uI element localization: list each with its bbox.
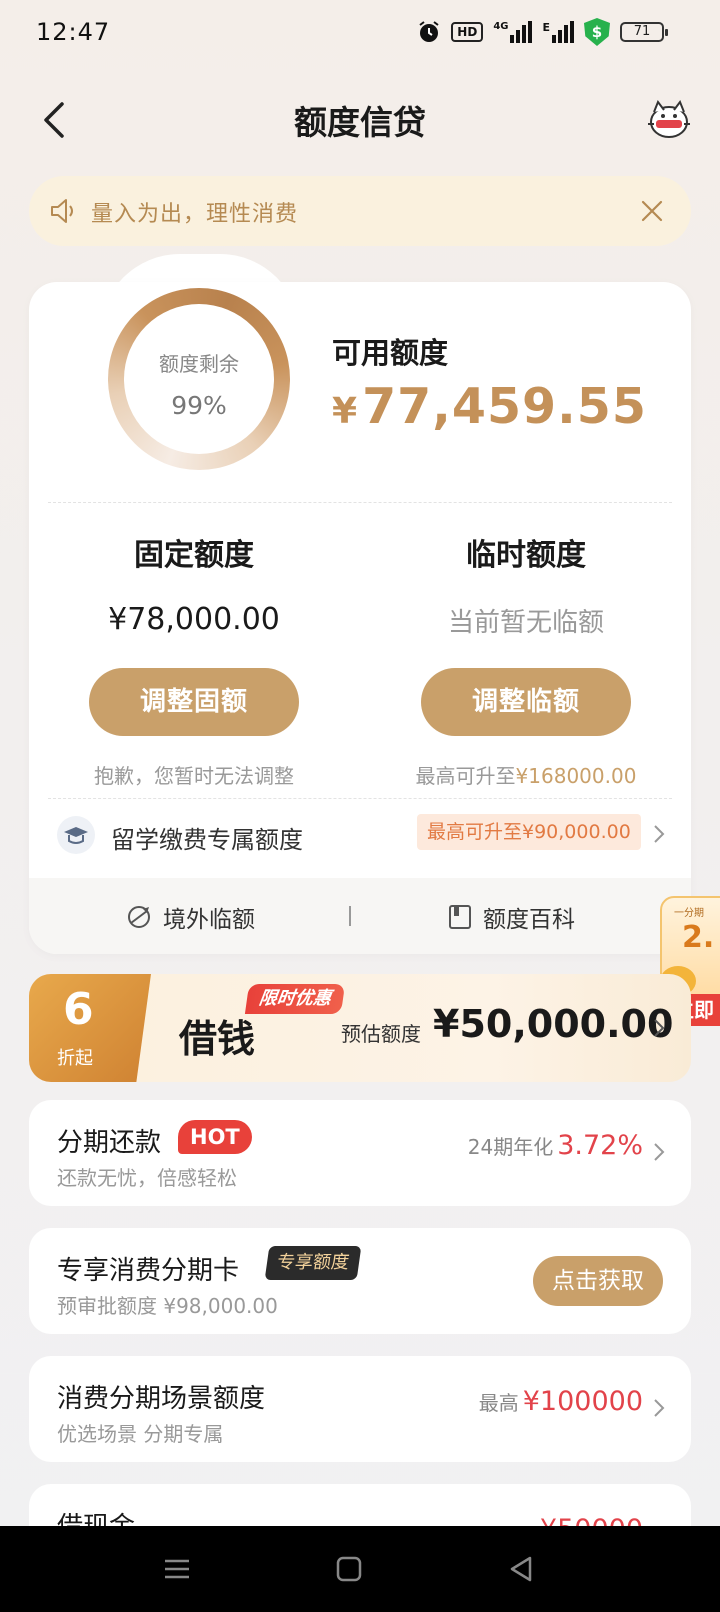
rate-label: 24期年化 [467, 1135, 554, 1159]
system-nav-bar [0, 1526, 720, 1612]
estimated-label: 预估额度 [341, 1022, 421, 1046]
rate-value: 3.72% [557, 1130, 643, 1161]
notice-text: 量入为出，理性消费 [91, 202, 299, 227]
available-amount: ¥77,459.55 [332, 378, 647, 435]
hd-icon: HD [451, 22, 484, 42]
credit-wiki-label: 额度百科 [483, 907, 575, 933]
exclusive-installment-card[interactable]: 专享消费分期卡 专享额度 预审批额度 ¥98,000.00 点击获取 [29, 1228, 691, 1334]
divider [48, 502, 672, 503]
security-shield-icon: $ [584, 18, 610, 46]
row-title: 专享消费分期卡 [57, 1256, 240, 1286]
promo-text-1: 一分期 [674, 908, 704, 919]
fixed-credit-value: ¥78,000.00 [108, 602, 280, 637]
temp-note-prefix: 最高可升至 [415, 764, 516, 788]
battery-icon: 71 [620, 22, 668, 42]
airplane-globe-icon [128, 906, 150, 928]
row-subtitle: 还款无忧，倍感轻松 [57, 1166, 237, 1190]
notice-banner: 量入为出，理性消费 [29, 176, 691, 246]
temp-credit-title: 临时额度 [466, 538, 586, 573]
promo-text-2: 2. [682, 920, 715, 955]
temp-credit-column: 临时额度 当前暂无临额 调整临额 最高可升至¥168000.00 [376, 530, 676, 789]
row-title: 分期还款 [57, 1128, 162, 1158]
chevron-right-icon [654, 1143, 665, 1161]
overseas-temp-link[interactable]: 境外临额 [125, 900, 255, 934]
card-bottom-strip: 境外临额 额度百科 [29, 878, 691, 954]
discount-suffix: 折起 [57, 1048, 93, 1069]
temp-credit-note: 最高可升至¥168000.00 [376, 760, 676, 789]
signal-4g-icon: 4G [493, 21, 533, 43]
header: 额度信贷 [0, 80, 720, 160]
row-title: 消费分期场景额度 [57, 1384, 266, 1414]
menu-icon[interactable] [162, 1554, 192, 1584]
chevron-right-icon [654, 1399, 665, 1417]
status-bar: 12:47 HD 4G E $ 71 [0, 0, 720, 64]
back-icon[interactable] [506, 1554, 536, 1584]
borrow-banner[interactable]: 6 折起 限时优惠 借钱 预估额度 ¥50,000.00 [29, 974, 691, 1082]
close-icon[interactable] [639, 198, 665, 224]
page-title: 额度信贷 [294, 103, 426, 142]
temp-credit-value: 当前暂无临额 [447, 608, 604, 638]
book-icon [449, 905, 471, 929]
annual-rate: 24期年化 3.72% [468, 1130, 643, 1161]
limited-offer-tag: 限时优惠 [244, 984, 346, 1014]
home-icon[interactable] [334, 1554, 364, 1584]
status-time: 12:47 [36, 18, 111, 46]
speaker-icon [51, 199, 73, 223]
mascot-icon[interactable] [646, 98, 692, 140]
graduation-cap-icon [57, 816, 95, 854]
discount-block: 6 折起 [29, 974, 151, 1082]
chevron-right-icon [654, 1019, 665, 1037]
fixed-credit-column: 固定额度 ¥78,000.00 调整固额 抱歉，您暂时无法调整 [44, 530, 344, 789]
max-label: 最高 [478, 1391, 519, 1415]
adjust-fixed-button[interactable]: 调整固额 [89, 668, 299, 736]
study-abroad-credit-row[interactable]: 留学缴费专属额度 最高可升至¥90,000.00 [29, 806, 691, 870]
hot-badge: HOT [178, 1120, 252, 1154]
remaining-ring: 额度剩余 99% [108, 288, 290, 470]
temp-note-amount: ¥168000.00 [515, 764, 637, 788]
installment-repay-card[interactable]: 分期还款 HOT 还款无忧，倍感轻松 24期年化 3.72% [29, 1100, 691, 1206]
fixed-credit-title: 固定额度 [134, 538, 254, 573]
row-subtitle: 优选场景 分期专属 [57, 1422, 224, 1446]
divider [48, 798, 672, 799]
ring-label: 额度剩余 [159, 352, 239, 376]
borrow-title: 借钱 [179, 1016, 256, 1061]
scene-credit-card[interactable]: 消费分期场景额度 优选场景 分期专属 最高 ¥100000 [29, 1356, 691, 1462]
available-value: 77,459.55 [362, 378, 647, 435]
exclusive-badge: 专享额度 [264, 1246, 362, 1280]
adjust-temp-button[interactable]: 调整临额 [421, 668, 631, 736]
ring-percent: 99% [171, 391, 227, 420]
chevron-right-icon [654, 825, 665, 843]
max-amount: 最高 ¥100000 [479, 1386, 643, 1417]
study-abroad-badge: 最高可升至¥90,000.00 [417, 814, 641, 850]
signal-e-icon: E [542, 21, 574, 43]
currency-symbol: ¥ [332, 391, 359, 432]
status-icons: HD 4G E $ 71 [417, 18, 668, 46]
credit-wiki-link[interactable]: 额度百科 [447, 900, 575, 934]
discount-number: 6 [63, 984, 94, 1035]
available-label: 可用额度 [332, 336, 449, 370]
fixed-credit-note: 抱歉，您暂时无法调整 [94, 764, 294, 788]
get-now-button[interactable]: 点击获取 [533, 1256, 663, 1306]
ring-center: 额度剩余 99% [124, 304, 274, 454]
row-subtitle: 预审批额度 ¥98,000.00 [57, 1294, 278, 1318]
overseas-temp-label: 境外临额 [163, 907, 255, 933]
estimated-amount: ¥50,000.00 [433, 1002, 674, 1046]
max-value: ¥100000 [522, 1386, 643, 1417]
separator [349, 906, 351, 926]
alarm-icon [419, 21, 439, 42]
study-abroad-label: 留学缴费专属额度 [111, 826, 303, 854]
